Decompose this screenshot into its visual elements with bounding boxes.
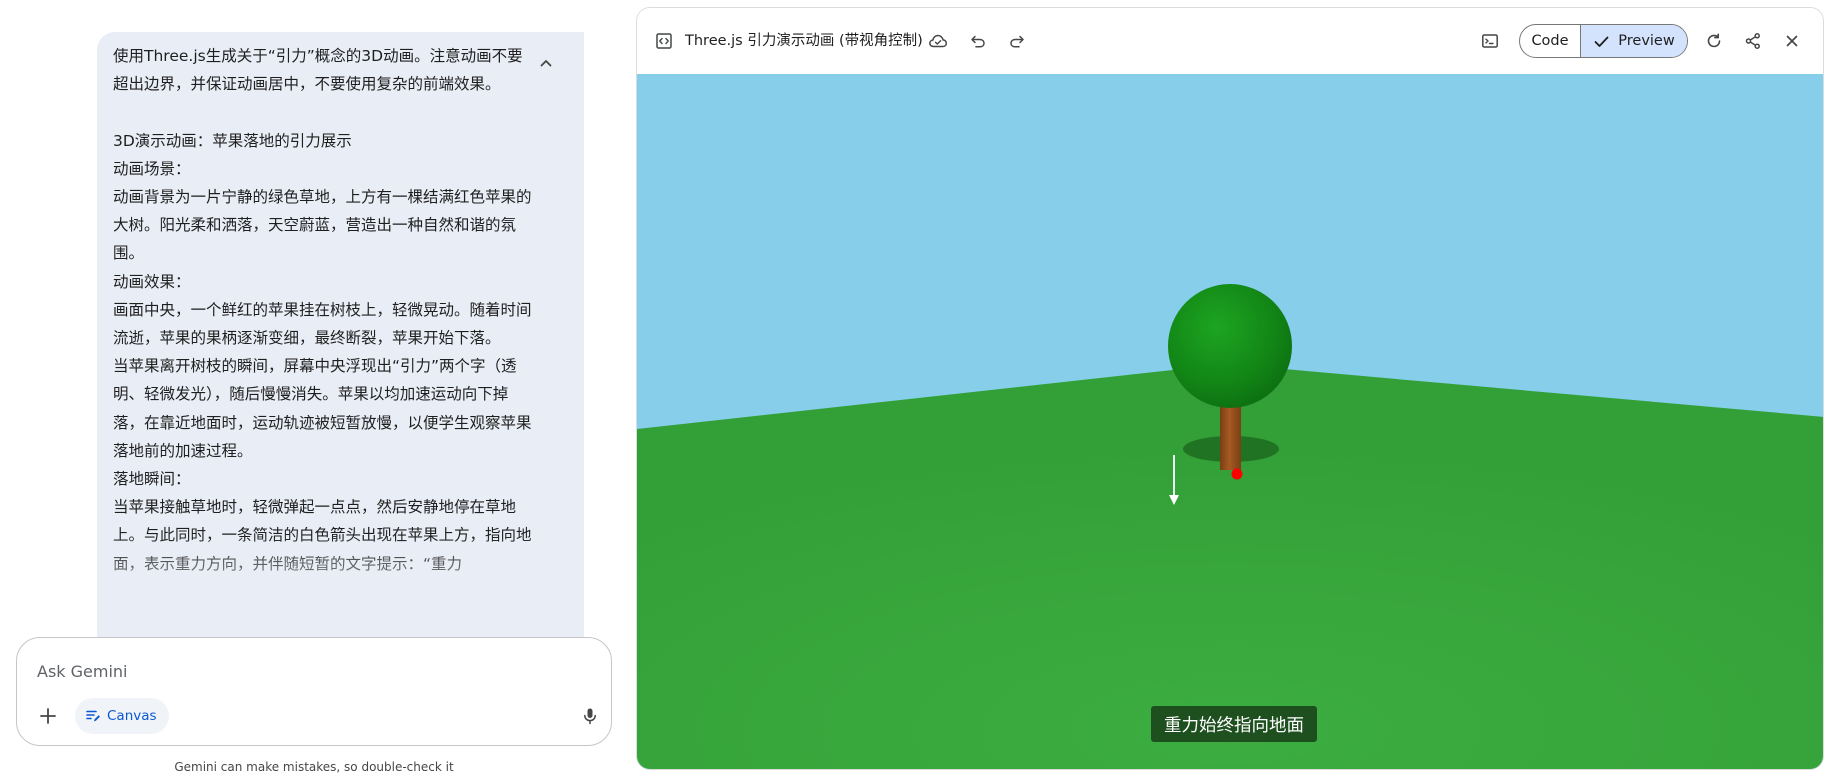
refresh-icon	[1707, 33, 1721, 48]
mic-icon	[584, 708, 596, 725]
canvas-title: Three.js 引力演示动画 (带视角控制)	[685, 33, 923, 49]
plus-icon	[40, 708, 56, 724]
redo-icon	[1010, 35, 1024, 48]
undo-button[interactable]	[961, 24, 995, 58]
scene-caption: 重力始终指向地面	[1151, 706, 1317, 742]
scene-canvas[interactable]	[637, 74, 1824, 770]
canvas-tool-chip[interactable]: Canvas	[75, 698, 169, 734]
console-button[interactable]	[1473, 24, 1507, 58]
code-tab[interactable]: Code	[1520, 25, 1581, 57]
prompt-input-box: Canvas	[16, 637, 612, 746]
bubble-fade-overlay	[97, 536, 584, 646]
user-prompt-bubble: 使用Three.js生成关于“引力”概念的3D动画。注意动画不要超出边界，并保证…	[97, 32, 584, 646]
canvas-toolbar: Three.js 引力演示动画 (带视角控制) Code Preview	[637, 8, 1823, 74]
close-icon	[1786, 35, 1798, 47]
gemini-app: 使用Three.js生成关于“引力”概念的3D动画。注意动画不要超出边界，并保证…	[0, 0, 1830, 782]
user-prompt-text: 使用Three.js生成关于“引力”概念的3D动画。注意动画不要超出边界，并保证…	[113, 47, 532, 573]
disclaimer-text: Gemini can make mistakes, so double-chec…	[174, 760, 454, 774]
tree-foliage	[1168, 284, 1292, 408]
check-icon	[1594, 36, 1609, 47]
code-preview-toggle: Code Preview	[1519, 24, 1688, 58]
redo-button[interactable]	[1000, 24, 1034, 58]
cloud-save-icon	[929, 34, 948, 48]
console-icon	[1482, 34, 1498, 48]
close-canvas-button[interactable]	[1775, 24, 1809, 58]
preview-tab-label: Preview	[1618, 33, 1675, 49]
apple	[1231, 468, 1243, 480]
canvas-edit-icon	[86, 710, 100, 722]
chat-panel: 使用Three.js生成关于“引力”概念的3D动画。注意动画不要超出边界，并保证…	[0, 0, 620, 782]
share-button[interactable]	[1736, 24, 1770, 58]
code-file-icon	[656, 33, 672, 49]
undo-icon	[971, 35, 985, 48]
canvas-chip-label: Canvas	[107, 708, 157, 724]
prompt-input[interactable]	[37, 654, 577, 688]
code-file-button[interactable]	[647, 24, 681, 58]
threejs-preview-scene[interactable]: 重力始终指向地面	[637, 74, 1824, 770]
canvas-panel: Three.js 引力演示动画 (带视角控制) Code Preview 重力始…	[636, 7, 1824, 770]
collapse-prompt-button[interactable]	[531, 48, 561, 78]
microphone-button[interactable]	[572, 698, 608, 734]
add-attachment-button[interactable]	[30, 698, 66, 734]
chevron-up-icon	[540, 60, 552, 67]
share-icon	[1745, 33, 1760, 49]
refresh-button[interactable]	[1697, 24, 1731, 58]
cloud-save-button[interactable]	[921, 24, 955, 58]
preview-tab[interactable]: Preview	[1581, 25, 1687, 57]
